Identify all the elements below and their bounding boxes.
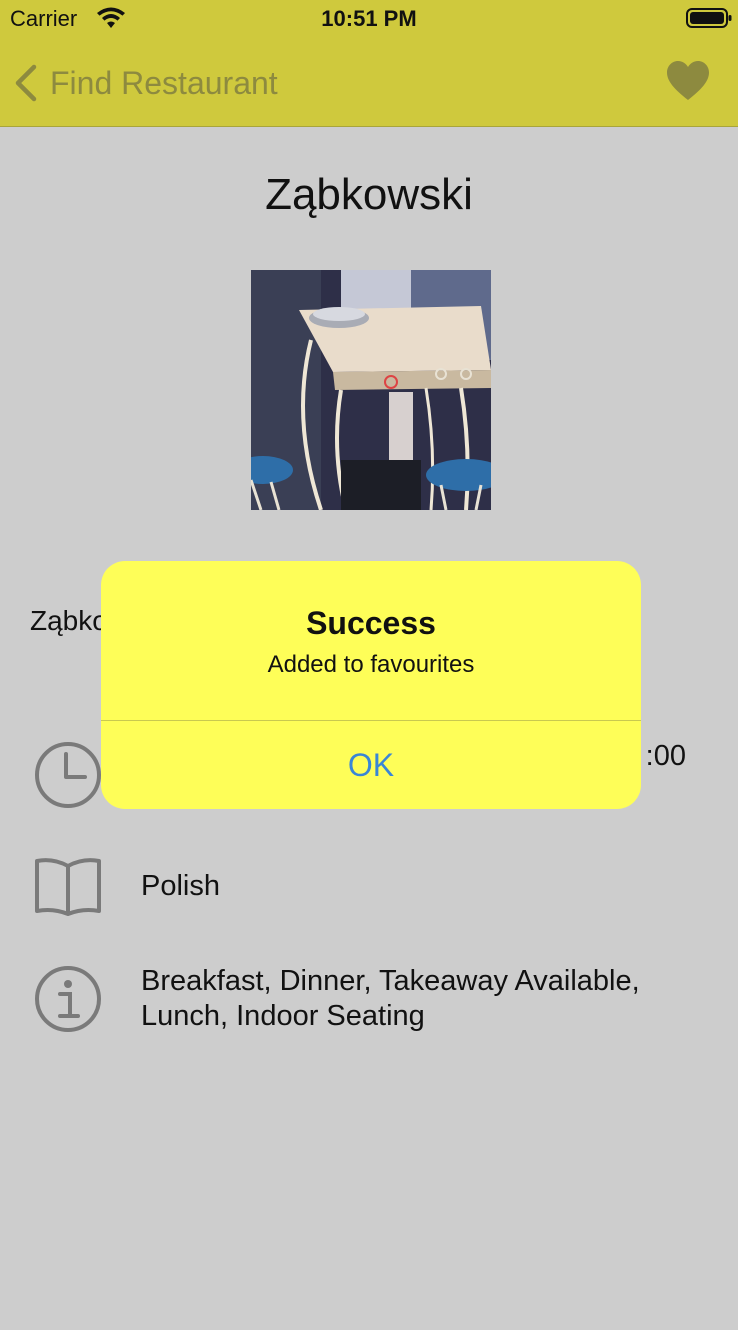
ok-button[interactable]: OK bbox=[101, 721, 641, 809]
success-alert: Success Added to favourites OK bbox=[101, 561, 641, 809]
alert-title: Success bbox=[306, 605, 436, 641]
alert-message: Added to favourites bbox=[267, 651, 475, 678]
